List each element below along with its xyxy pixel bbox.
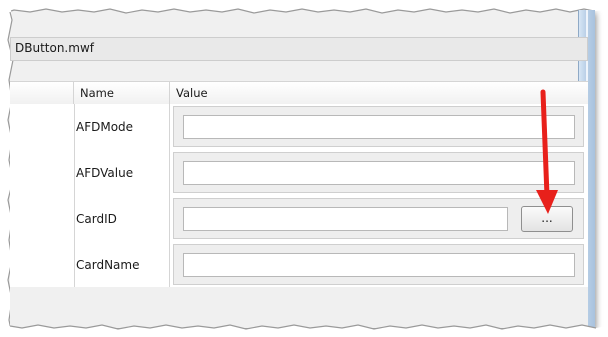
browse-button[interactable]: ... xyxy=(521,206,573,232)
value-cell xyxy=(173,152,584,193)
afdvalue-input[interactable] xyxy=(183,161,575,185)
file-path-bar: DButton.mwf xyxy=(10,37,588,61)
cardid-input[interactable] xyxy=(183,207,508,231)
value-cell xyxy=(173,106,584,147)
header-stub xyxy=(10,82,74,104)
property-name: CardID xyxy=(74,196,170,242)
cardname-input[interactable] xyxy=(183,253,575,277)
property-name: AFDValue xyxy=(74,150,170,196)
file-name: DButton.mwf xyxy=(15,41,94,55)
row-stub xyxy=(10,104,75,150)
property-name: CardName xyxy=(74,242,170,288)
torn-edge-bottom xyxy=(0,324,608,337)
row-stub xyxy=(10,150,75,196)
table-row: AFDMode xyxy=(10,104,588,151)
grid-header: Name Value xyxy=(10,81,588,105)
value-cell xyxy=(173,244,584,285)
header-value[interactable]: Value xyxy=(170,82,588,104)
header-name[interactable]: Name xyxy=(74,82,170,104)
torn-edge-top xyxy=(0,0,608,14)
property-name: AFDMode xyxy=(74,104,170,150)
table-row: AFDValue xyxy=(10,150,588,197)
table-row: CardID ... xyxy=(10,196,588,243)
table-row: CardName xyxy=(10,242,588,289)
row-stub xyxy=(10,242,75,288)
value-cell: ... xyxy=(173,198,584,239)
row-stub xyxy=(10,196,75,242)
afdmode-input[interactable] xyxy=(183,115,575,139)
